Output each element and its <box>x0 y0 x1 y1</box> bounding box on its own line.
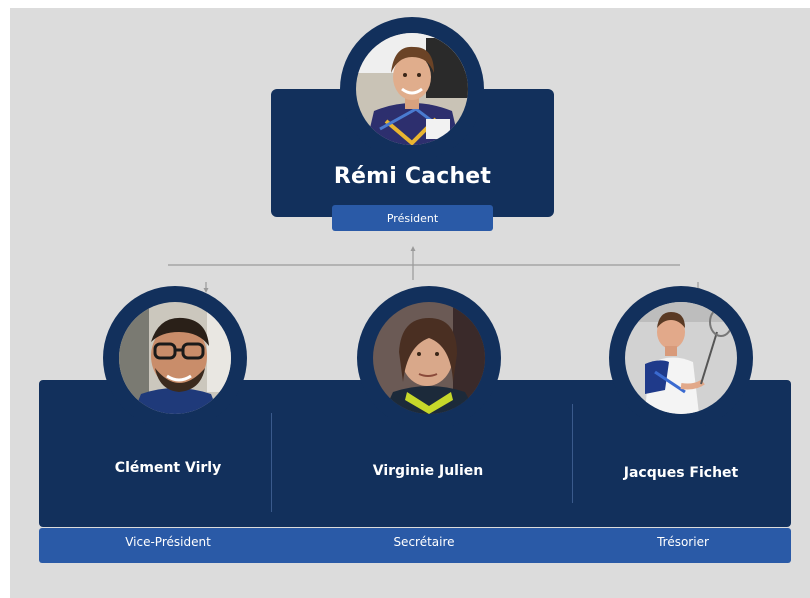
president-name: Rémi Cachet <box>333 164 492 189</box>
president-role-badge: Président <box>332 205 493 231</box>
president-avatar <box>356 33 468 145</box>
member-role-1: Vice-Président <box>125 535 211 549</box>
member-name-2: Virginie Julien <box>372 463 484 479</box>
member-avatar-2 <box>373 302 485 414</box>
member-avatar-1 <box>119 302 231 414</box>
divider-right <box>572 404 573 503</box>
member-role-3: Trésorier <box>657 535 709 549</box>
president-arrowhead <box>410 246 416 251</box>
member-name-1: Clément Virly <box>114 460 222 476</box>
member-name-3: Jacques Fichet <box>623 465 739 481</box>
member-avatar-3 <box>625 302 737 414</box>
member-role-2: Secrétaire <box>393 535 455 549</box>
divider-left <box>271 413 272 512</box>
